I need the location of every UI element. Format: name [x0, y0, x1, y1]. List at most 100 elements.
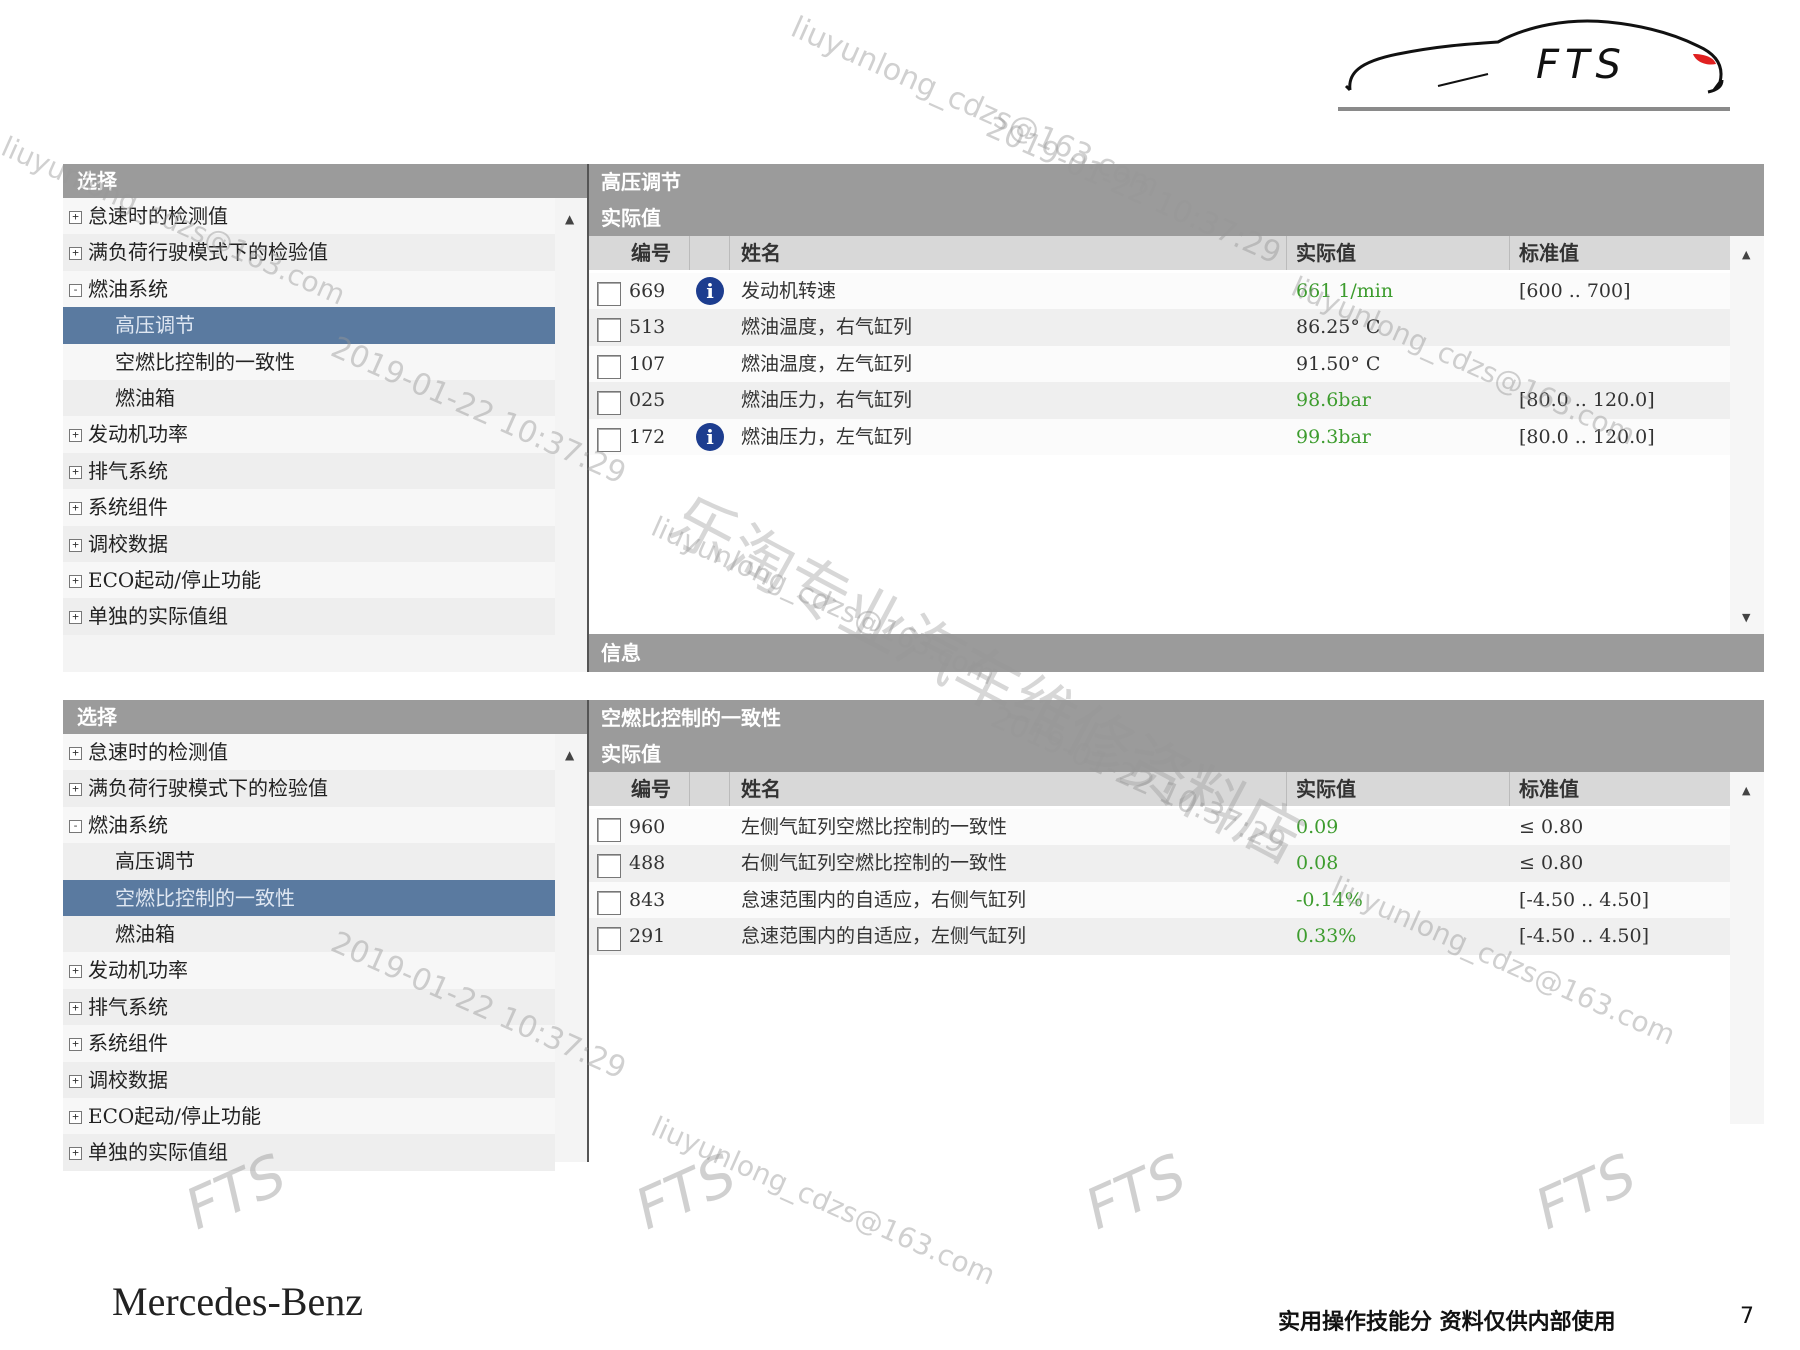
footer-note: 实用操作技能分 资料仅供内部使用 [1278, 1310, 1616, 1335]
expand-icon[interactable]: + [69, 247, 82, 261]
tree-item[interactable]: + 发动机功率 [63, 952, 555, 989]
column-header-name[interactable]: 姓名 [741, 772, 781, 806]
tree-item[interactable]: + 排气系统 [63, 988, 555, 1026]
column-header-actual[interactable]: 实际值 [1296, 772, 1356, 806]
tree-item[interactable]: + 怠速时的检测值 [63, 198, 555, 235]
collapse-icon[interactable]: - [69, 283, 82, 297]
tree-item[interactable]: 高压调节 [63, 307, 555, 344]
expand-icon[interactable]: + [69, 538, 82, 552]
column-header-name[interactable]: 姓名 [741, 236, 781, 270]
tree-item[interactable]: + 单独的实际值组 [63, 1134, 555, 1171]
selection-header: 选择 [63, 164, 587, 198]
row-checkbox[interactable] [597, 282, 621, 306]
table-row[interactable]: 025 燃油压力，右气缸列 98.6bar [80.0 .. 120.0] [589, 382, 1730, 419]
expand-icon[interactable]: + [69, 502, 82, 516]
scroll-up-icon[interactable]: ▲ [1742, 784, 1750, 797]
expand-icon[interactable]: + [69, 574, 82, 588]
row-name: 发动机转速 [741, 280, 837, 302]
expand-icon[interactable]: + [69, 1074, 82, 1088]
tree-item[interactable]: + 单独的实际值组 [63, 598, 555, 635]
row-checkbox[interactable] [597, 927, 621, 952]
column-header-id[interactable]: 编号 [631, 772, 671, 806]
table-scrollbar[interactable]: ▲ ▼ [1730, 236, 1764, 634]
scroll-up-icon[interactable]: ▲ [565, 212, 574, 226]
row-checkbox[interactable] [597, 391, 621, 416]
column-header-actual[interactable]: 实际值 [1296, 236, 1356, 270]
tree-item[interactable]: + ECO起动/停止功能 [63, 1097, 555, 1135]
expand-icon[interactable]: + [69, 1038, 82, 1052]
tree-item[interactable]: + 满负荷行驶模式下的检验值 [63, 234, 555, 271]
tree-item[interactable]: 燃油箱 [63, 379, 555, 417]
table-row[interactable]: 172 i 燃油压力，左气缸列 99.3bar [80.0 .. 120.0] [589, 418, 1730, 455]
tree-item[interactable]: 燃油箱 [63, 915, 555, 953]
info-icon[interactable]: i [696, 422, 724, 451]
tree-scrollbar[interactable]: ▲ [555, 198, 587, 672]
table-row[interactable]: 960 左侧气缸列空燃比控制的一致性 0.09 ≤ 0.80 [589, 809, 1730, 846]
expand-icon[interactable]: + [69, 1110, 82, 1124]
collapse-icon[interactable]: - [69, 819, 82, 833]
row-checkbox[interactable] [597, 427, 621, 452]
tree-item[interactable]: + 排气系统 [63, 452, 555, 490]
row-standard-value: [80.0 .. 120.0] [1519, 425, 1655, 448]
tree-item-label: 调校数据 [88, 1067, 168, 1092]
tree-item[interactable]: + ECO起动/停止功能 [63, 561, 555, 599]
tree-item[interactable]: + 系统组件 [63, 489, 555, 526]
table-row[interactable]: 488 右侧气缸列空燃比控制的一致性 0.08 ≤ 0.80 [589, 845, 1730, 882]
row-checkbox[interactable] [597, 818, 621, 842]
table-row[interactable]: 107 燃油温度，左气缸列 91.50° C [589, 345, 1730, 383]
scroll-up-icon[interactable]: ▲ [1742, 248, 1750, 261]
tree-item[interactable]: + 怠速时的检测值 [63, 734, 555, 771]
row-standard-value: [80.0 .. 120.0] [1519, 389, 1655, 412]
row-checkbox[interactable] [597, 854, 621, 879]
tree-item-label: 燃油系统 [88, 812, 168, 837]
values-table: 669 i 发动机转速 661 1/min [600 .. 700] 513 燃… [589, 273, 1730, 455]
tree-item[interactable]: 高压调节 [63, 843, 555, 880]
row-actual-value: 91.50° C [1296, 352, 1381, 375]
expand-icon[interactable]: + [69, 747, 82, 760]
table-row[interactable]: 669 i 发动机转速 661 1/min [600 .. 700] [589, 273, 1730, 310]
info-icon[interactable]: i [696, 277, 724, 305]
tree-item[interactable]: + 调校数据 [63, 525, 555, 562]
expand-icon[interactable]: + [69, 465, 82, 479]
tree-item[interactable]: 空燃比控制的一致性 [63, 343, 555, 380]
row-standard-value: [600 .. 700] [1519, 280, 1631, 302]
tree-scrollbar[interactable]: ▲ [555, 734, 587, 1162]
tree-item-label: 怠速时的检测值 [88, 204, 228, 228]
row-checkbox[interactable] [597, 318, 621, 343]
tree-item-label: 燃油箱 [115, 921, 175, 946]
expand-icon[interactable]: + [69, 783, 82, 797]
tree-item[interactable]: + 系统组件 [63, 1025, 555, 1062]
values-pane: 高压调节 实际值 编号 姓名 实际值 标准值 669 i 发动机转速 661 1… [589, 164, 1764, 672]
scroll-down-icon[interactable]: ▼ [1742, 611, 1750, 624]
expand-icon[interactable]: + [69, 1001, 82, 1015]
row-id: 960 [629, 816, 666, 838]
table-scrollbar[interactable]: ▲ [1730, 772, 1764, 1124]
row-checkbox[interactable] [597, 354, 621, 379]
row-name: 右侧气缸列空燃比控制的一致性 [741, 852, 1008, 875]
table-row[interactable]: 291 怠速范围内的自适应，左侧气缸列 0.33% [-4.50 .. 4.50… [589, 918, 1730, 955]
row-actual-value: 0.08 [1296, 852, 1339, 875]
row-id: 513 [629, 316, 666, 339]
tree-item-label: 空燃比控制的一致性 [115, 885, 295, 910]
tree-item[interactable]: 空燃比控制的一致性 [63, 879, 555, 916]
scroll-up-icon[interactable]: ▲ [565, 748, 574, 762]
tree-item-label: 空燃比控制的一致性 [115, 349, 295, 374]
expand-icon[interactable]: + [69, 429, 82, 443]
row-checkbox[interactable] [597, 890, 621, 915]
expand-icon[interactable]: + [69, 1147, 82, 1161]
expand-icon[interactable]: + [69, 965, 82, 979]
tree-item[interactable]: - 燃油系统 [63, 806, 555, 844]
column-header-standard[interactable]: 标准值 [1519, 236, 1579, 270]
tree-item[interactable]: + 发动机功率 [63, 416, 555, 453]
tree-item[interactable]: - 燃油系统 [63, 270, 555, 308]
expand-icon[interactable]: + [69, 611, 82, 625]
logo-underline [1338, 107, 1730, 111]
table-row[interactable]: 843 怠速范围内的自适应，右侧气缸列 -0.14% [-4.50 .. 4.5… [589, 881, 1730, 919]
expand-icon[interactable]: + [69, 211, 82, 224]
table-row[interactable]: 513 燃油温度，右气缸列 86.25° C [589, 309, 1730, 346]
column-header-standard[interactable]: 标准值 [1519, 772, 1579, 806]
tree-item[interactable]: + 调校数据 [63, 1061, 555, 1098]
column-header-id[interactable]: 编号 [631, 236, 671, 270]
tree-item[interactable]: + 满负荷行驶模式下的检验值 [63, 770, 555, 807]
row-standard-value: [-4.50 .. 4.50] [1519, 888, 1650, 911]
